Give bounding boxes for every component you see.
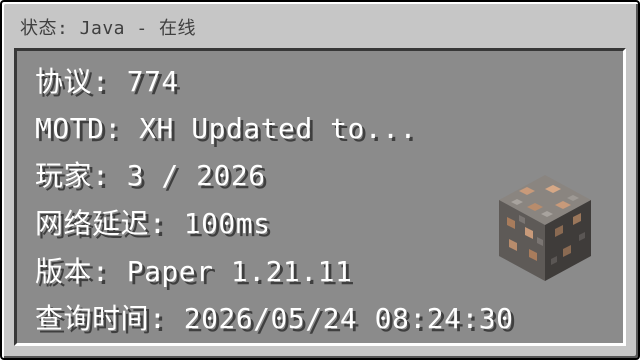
players-label: 玩家: [35, 159, 110, 192]
players-value: 3 / 2026 [126, 159, 266, 192]
version-row: 版本: Paper 1.21.11 [35, 255, 352, 289]
status-window: 状态: Java - 在线 协议: 774 MOTD: XH Updated t… [0, 0, 640, 360]
latency-value: 100ms [183, 207, 271, 240]
version-value: Paper 1.21.11 [126, 255, 353, 288]
protocol-row: 协议: 774 [35, 65, 179, 99]
window-title: 状态: Java - 在线 [20, 18, 197, 39]
protocol-label: 协议: [35, 65, 110, 98]
protocol-value: 774 [126, 65, 179, 98]
motd-label: MOTD: [35, 112, 122, 145]
motd-row: MOTD: XH Updated to... [35, 112, 417, 146]
query-time-row: 查询时间: 2026/05/24 08:24:30 [35, 302, 514, 336]
players-row: 玩家: 3 / 2026 [35, 159, 266, 193]
iron-ore-block-icon [499, 175, 591, 281]
latency-row: 网络延迟: 100ms [35, 207, 271, 241]
version-label: 版本: [35, 255, 110, 288]
query-time-value: 2026/05/24 08:24:30 [183, 302, 514, 335]
info-panel: 协议: 774 MOTD: XH Updated to... 玩家: 3 / 2… [14, 48, 626, 346]
query-time-label: 查询时间: [35, 302, 167, 335]
motd-value: XH Updated to... [139, 112, 417, 145]
latency-label: 网络延迟: [35, 207, 167, 240]
